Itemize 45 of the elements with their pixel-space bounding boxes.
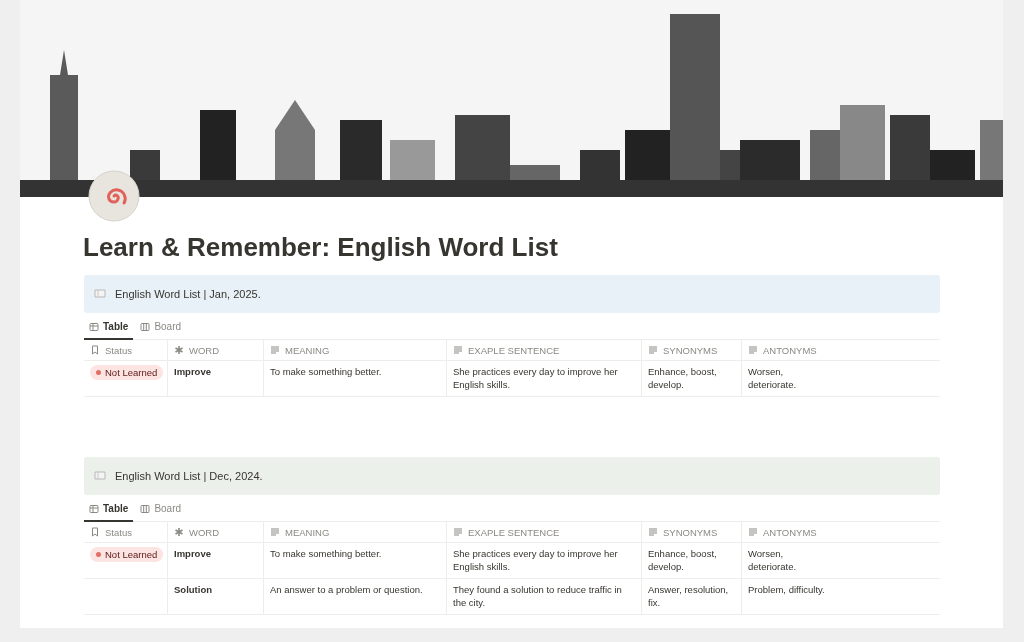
column-header[interactable]: MEANING xyxy=(263,340,446,360)
board-icon xyxy=(140,503,151,514)
bookmark-icon xyxy=(90,527,100,537)
board-icon xyxy=(140,321,151,332)
column-header[interactable]: ANTONYMS xyxy=(741,340,940,360)
table-cell: Enhance, boost, develop. xyxy=(641,360,741,396)
table-cell: An answer to a problem or question. xyxy=(263,578,446,614)
callout-text: English Word List | Dec, 2024. xyxy=(115,470,263,482)
column-header[interactable]: WORD xyxy=(167,522,263,542)
view-tab[interactable]: Table xyxy=(84,499,134,522)
column-header[interactable]: SYNONYMS xyxy=(641,522,741,542)
table-cell: Enhance, boost, develop. xyxy=(641,542,741,578)
table-cell: To make something better. xyxy=(263,360,446,396)
table-icon xyxy=(89,321,99,332)
table-cell-text: Problem, difficulty. xyxy=(748,583,826,596)
table-cell: They found a solution to reduce traffic in the city. xyxy=(446,578,641,614)
table-cell-text: Worsen, deteriorate. xyxy=(748,547,798,573)
table-cell-text: Worsen, deteriorate. xyxy=(748,365,798,391)
column-header[interactable]: Status xyxy=(84,340,167,360)
column-header[interactable]: Status xyxy=(84,522,167,542)
table-cell: Answer, resolution, fix. xyxy=(641,578,741,614)
table-cell: Solution xyxy=(167,578,263,614)
view-tab[interactable]: Board xyxy=(135,317,187,340)
table-cell: Improve xyxy=(167,360,263,396)
bookmark-icon xyxy=(90,345,100,355)
table-cell: To make something better. xyxy=(263,542,446,578)
table-cell: She practices every day to improve her English skills. xyxy=(446,542,641,578)
column-header[interactable]: MEANING xyxy=(263,522,446,542)
asterisk-icon xyxy=(174,527,184,537)
column-header[interactable]: EXAPLE SENTENCE xyxy=(446,522,641,542)
spiral-icon xyxy=(87,169,141,223)
column-header[interactable]: EXAPLE SENTENCE xyxy=(446,340,641,360)
page-title: Learn & Remember: English Word List xyxy=(83,232,559,263)
view-tab[interactable]: Board xyxy=(135,499,187,522)
column-header[interactable]: SYNONYMS xyxy=(641,340,741,360)
table-icon xyxy=(89,503,99,514)
table-cell: Improve xyxy=(167,542,263,578)
status-tag: Not Learned xyxy=(90,547,164,562)
asterisk-icon xyxy=(174,345,184,355)
view-tab[interactable]: Table xyxy=(84,317,134,340)
column-header[interactable]: WORD xyxy=(167,340,263,360)
status-tag: Not Learned xyxy=(90,365,164,380)
callout-text: English Word List | Jan, 2025. xyxy=(115,288,261,300)
table-cell: She practices every day to improve her English skills. xyxy=(446,360,641,396)
column-header[interactable]: ANTONYMS xyxy=(741,522,940,542)
